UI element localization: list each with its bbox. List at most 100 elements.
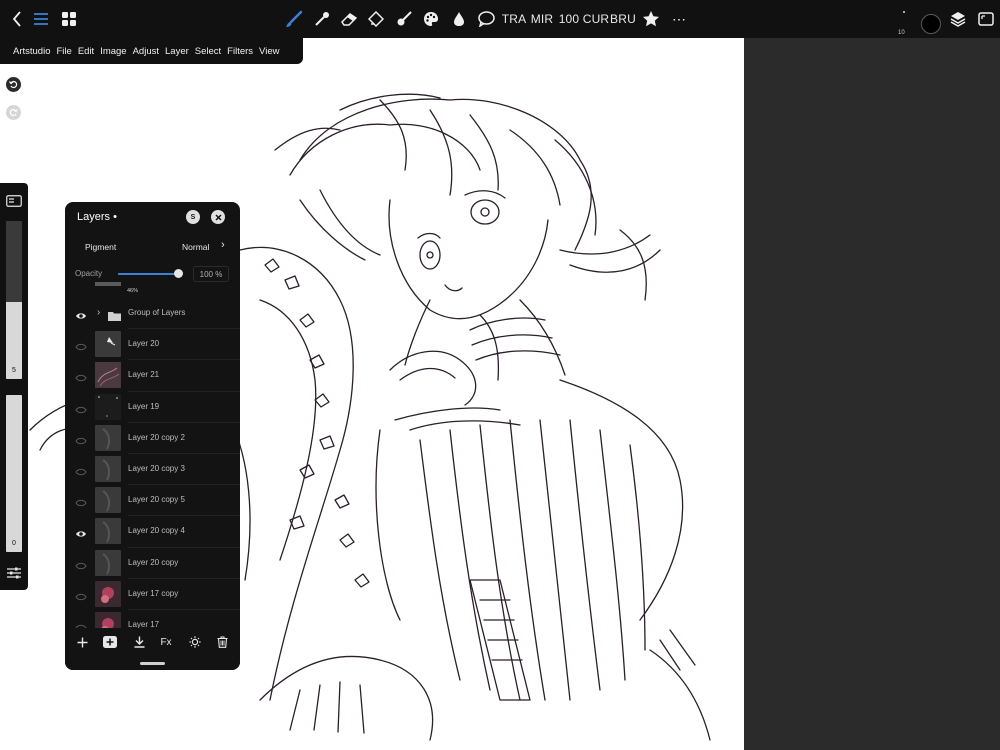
layer-opacity-slider[interactable] <box>118 273 178 275</box>
speech-bubble-icon[interactable] <box>476 0 496 38</box>
pigment-button[interactable]: Pigment <box>85 242 116 252</box>
layer-group-row[interactable]: › Group of Layers <box>65 298 240 330</box>
menu-view[interactable]: View <box>259 46 279 57</box>
close-panel-button[interactable] <box>211 210 225 224</box>
adjust-button[interactable] <box>186 634 204 650</box>
color-swatch[interactable] <box>921 14 941 34</box>
chevron-right-icon[interactable]: › <box>97 307 100 318</box>
eye-icon[interactable] <box>75 526 87 538</box>
transform-icon[interactable] <box>366 0 386 38</box>
eye-hidden-icon[interactable] <box>75 620 87 628</box>
layer-row[interactable]: Layer 20 copy 3 <box>65 454 240 486</box>
brush-settings-button[interactable]: BRU <box>610 0 636 38</box>
workspace-background <box>744 38 1000 750</box>
eyedropper-icon[interactable] <box>312 0 332 38</box>
layer-name: Layer 20 copy 5 <box>128 495 185 505</box>
layer-row[interactable]: Layer 17 copy <box>65 579 240 610</box>
layer-thumbnail <box>95 331 121 358</box>
layers-icon[interactable] <box>948 0 968 38</box>
eye-hidden-icon[interactable] <box>75 433 87 444</box>
sliders-settings-icon[interactable] <box>6 566 22 580</box>
layer-name: Layer 20 copy 3 <box>128 464 185 473</box>
download-icon <box>134 636 144 648</box>
back-chevron-icon[interactable] <box>8 0 26 38</box>
layers-panel-title: Layers • <box>77 211 117 223</box>
layer-thumbnail <box>95 393 121 420</box>
menu-image[interactable]: Image <box>100 46 126 57</box>
eye-icon[interactable] <box>75 308 87 319</box>
layer-row[interactable]: Layer 20 copy <box>65 548 240 579</box>
paint-brush-icon[interactable] <box>394 0 414 38</box>
redo-button[interactable] <box>6 105 21 120</box>
star-icon[interactable] <box>640 0 662 38</box>
brush-size-slider[interactable] <box>6 221 22 379</box>
drop-icon[interactable] <box>449 0 469 38</box>
eye-hidden-icon[interactable] <box>75 339 87 351</box>
menu-select[interactable]: Select <box>195 46 221 57</box>
layer-thumbnail <box>95 424 121 451</box>
size-value-button[interactable]: 100 <box>558 0 580 38</box>
layer-list[interactable]: 46% › Group of Layers Layer 20 Layer 21 Laye… <box>65 282 240 628</box>
layer-name: Layer 20 copy 2 <box>128 432 185 442</box>
blend-row: Pigment Normal › <box>65 238 240 258</box>
palette-icon[interactable] <box>421 0 441 38</box>
layer-row[interactable]: Layer 17 <box>65 610 240 628</box>
undo-button[interactable] <box>6 77 21 92</box>
menu-adjust[interactable]: Adjust <box>133 46 159 57</box>
grid-icon[interactable] <box>60 0 78 38</box>
brush-opacity-label: 0 <box>12 540 16 547</box>
eye-hidden-icon[interactable] <box>75 558 87 569</box>
add-group-button[interactable] <box>101 634 119 650</box>
effects-button[interactable]: Fx <box>157 634 175 650</box>
brush-size-small-label: 10 <box>898 30 905 36</box>
eye-hidden-icon[interactable] <box>75 495 87 507</box>
layer-row[interactable]: Layer 20 copy 2 <box>65 423 240 454</box>
merge-down-button[interactable] <box>130 634 148 650</box>
menu-layer[interactable]: Layer <box>165 46 189 57</box>
menu-file[interactable]: File <box>57 46 72 57</box>
layer-opacity-value[interactable]: 100 % <box>193 266 229 282</box>
partial-layer-opacity: 46% <box>127 288 139 294</box>
curve-tool-button[interactable]: CUR <box>583 0 609 38</box>
eye-hidden-icon[interactable] <box>75 589 87 600</box>
menu-edit[interactable]: Edit <box>78 46 94 57</box>
eye-hidden-icon[interactable] <box>75 370 87 382</box>
brush-opacity-slider[interactable] <box>6 395 22 552</box>
reference-icon[interactable] <box>976 0 996 38</box>
redo-icon <box>9 108 18 117</box>
partial-layer-row[interactable]: 46% <box>95 282 138 294</box>
blend-mode-select[interactable]: Normal <box>182 242 209 252</box>
layer-row[interactable]: Layer 20 <box>65 329 240 361</box>
eraser-icon[interactable] <box>339 0 359 38</box>
layers-toggle-icon[interactable] <box>6 194 22 207</box>
panel-grabber[interactable] <box>140 662 165 665</box>
mirror-tool-button[interactable]: MIR <box>530 0 554 38</box>
layer-name: Layer 17 copy <box>128 588 179 598</box>
layer-thumbnail <box>95 456 121 482</box>
layer-thumbnail <box>95 518 121 545</box>
transform-tool-button[interactable]: TRA <box>502 0 526 38</box>
brush-size-label: 5 <box>12 367 16 374</box>
layer-opacity-knob[interactable] <box>173 269 183 278</box>
layer-row[interactable]: Layer 19 <box>65 392 240 423</box>
list-icon[interactable] <box>32 0 50 38</box>
layer-opacity-label: Opacity <box>75 269 103 278</box>
eye-hidden-icon[interactable] <box>75 402 87 413</box>
layer-row[interactable]: Layer 20 copy 5 <box>65 485 240 517</box>
left-slider-panel: 5 0 <box>0 183 28 590</box>
chevron-right-icon[interactable]: › <box>221 239 225 251</box>
layers-panel: Layers • S Pigment Normal › Opacity 100 … <box>65 202 240 670</box>
add-layer-button[interactable] <box>73 634 91 650</box>
menu-filters[interactable]: Filters <box>227 46 253 57</box>
menu-artstudio[interactable]: Artstudio <box>13 46 51 57</box>
eye-hidden-icon[interactable] <box>75 464 87 476</box>
layer-row[interactable]: Layer 21 <box>65 360 240 392</box>
layer-row[interactable]: Layer 20 copy 4 <box>65 516 240 548</box>
menu-bar: Artstudio File Edit Image Adjust Layer S… <box>0 38 303 64</box>
brush-icon[interactable] <box>284 0 304 38</box>
delete-layer-button[interactable] <box>213 634 231 650</box>
layers-s-button[interactable]: S <box>186 210 200 224</box>
layer-thumbnail <box>95 549 121 576</box>
more-icon[interactable]: ⋯ <box>670 0 688 38</box>
layer-thumbnail <box>95 612 121 628</box>
